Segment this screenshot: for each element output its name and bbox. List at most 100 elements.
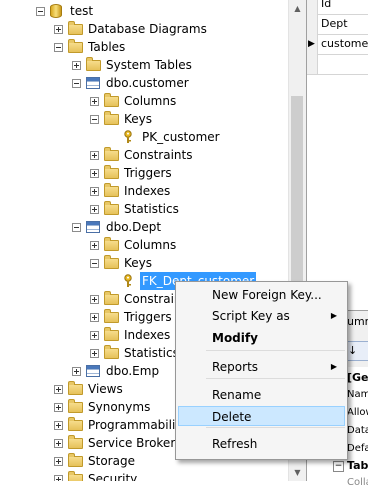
- tree-node-label[interactable]: Tables: [86, 38, 127, 56]
- tree-node-label[interactable]: Service Broker: [86, 434, 177, 452]
- collapse-icon[interactable]: [72, 79, 81, 88]
- tree-node-label[interactable]: Keys: [122, 254, 154, 272]
- grid-row-id[interactable]: Id: [307, 0, 368, 15]
- tree-node[interactable]: Database Diagrams: [0, 20, 288, 38]
- menu-separator: [206, 378, 345, 379]
- expand-icon[interactable]: [72, 61, 81, 70]
- expand-icon[interactable]: [54, 385, 63, 394]
- tree-node-label[interactable]: Security: [86, 470, 139, 481]
- tree-node-label[interactable]: Indexes: [122, 326, 172, 344]
- expand-icon[interactable]: [90, 331, 99, 340]
- row-header[interactable]: [307, 14, 318, 34]
- folder-icon: [68, 39, 83, 53]
- tree-node-label[interactable]: Programmability: [86, 416, 189, 434]
- tree-node-label[interactable]: Keys: [122, 110, 154, 128]
- expand-icon[interactable]: [54, 475, 63, 481]
- tree-node[interactable]: PK_customer: [0, 128, 288, 146]
- expand-icon[interactable]: [90, 187, 99, 196]
- expand-icon[interactable]: [90, 97, 99, 106]
- expand-icon[interactable]: [90, 151, 99, 160]
- row-header[interactable]: [307, 54, 318, 74]
- tree-node-label[interactable]: Triggers: [122, 308, 174, 326]
- folder-icon: [68, 381, 83, 395]
- expand-icon[interactable]: [54, 457, 63, 466]
- table-icon: [86, 77, 100, 89]
- expand-icon[interactable]: [90, 295, 99, 304]
- expand-icon[interactable]: [90, 313, 99, 322]
- tree-node-label[interactable]: Columns: [122, 236, 178, 254]
- folder-icon: [104, 93, 119, 107]
- tree-node[interactable]: Keys: [0, 110, 288, 128]
- tree-node-label[interactable]: Views: [86, 380, 125, 398]
- tree-node[interactable]: Statistics: [0, 200, 288, 218]
- tree-node-label[interactable]: PK_customer: [140, 128, 222, 146]
- grid-row-dept[interactable]: Dept: [307, 14, 368, 35]
- tree-node[interactable]: test: [0, 2, 288, 20]
- expand-icon[interactable]: [90, 169, 99, 178]
- tree-node-label[interactable]: System Tables: [104, 56, 194, 74]
- folder-icon: [104, 111, 119, 125]
- folder-icon: [68, 435, 83, 449]
- tree-node[interactable]: Constraints: [0, 146, 288, 164]
- current-row-arrow-icon: ▶: [308, 39, 315, 49]
- tree-node[interactable]: dbo.Dept: [0, 218, 288, 236]
- folder-icon: [104, 255, 119, 269]
- menu-item-modify[interactable]: Modify: [178, 328, 345, 348]
- tree-node-label[interactable]: dbo.customer: [104, 74, 191, 92]
- scroll-up-arrow-icon[interactable]: ▲: [289, 0, 306, 17]
- menu-item-delete[interactable]: Delete: [178, 406, 345, 426]
- tree-node[interactable]: Security: [0, 470, 288, 481]
- tree-node[interactable]: Indexes: [0, 182, 288, 200]
- expand-icon[interactable]: [54, 421, 63, 430]
- tree-node[interactable]: Columns: [0, 92, 288, 110]
- menu-item-rename[interactable]: Rename: [178, 385, 345, 405]
- row-header[interactable]: ▶: [307, 34, 318, 54]
- tree-node[interactable]: System Tables: [0, 56, 288, 74]
- tree-node-label[interactable]: Indexes: [122, 182, 172, 200]
- tree-node-label[interactable]: Columns: [122, 92, 178, 110]
- tree-node-label[interactable]: Statistics: [122, 200, 181, 218]
- sort-alpha-icon[interactable]: ↓: [347, 341, 368, 361]
- folder-icon: [104, 183, 119, 197]
- expand-icon[interactable]: [54, 25, 63, 34]
- menu-item-script-key-as[interactable]: Script Key as ▶: [178, 306, 345, 326]
- collapse-icon[interactable]: [90, 259, 99, 268]
- tree-node-label[interactable]: dbo.Emp: [104, 362, 161, 380]
- expand-icon[interactable]: [90, 205, 99, 214]
- scroll-down-arrow-icon[interactable]: ▼: [289, 464, 306, 481]
- expand-icon[interactable]: [90, 241, 99, 250]
- grid-row-customer[interactable]: ▶ customer: [307, 34, 368, 55]
- collapse-icon[interactable]: [72, 223, 81, 232]
- tree-node[interactable]: Tables: [0, 38, 288, 56]
- tree-node[interactable]: Columns: [0, 236, 288, 254]
- tree-node-label[interactable]: Synonyms: [86, 398, 152, 416]
- tree-node-label[interactable]: Storage: [86, 452, 137, 470]
- tree-node-label[interactable]: Statistics: [122, 344, 181, 362]
- expand-icon[interactable]: [54, 403, 63, 412]
- tree-node-label[interactable]: dbo.Dept: [104, 218, 163, 236]
- row-header[interactable]: [307, 0, 318, 14]
- expand-icon[interactable]: [72, 367, 81, 376]
- collapse-icon[interactable]: [36, 7, 45, 16]
- grid-row-empty[interactable]: [307, 54, 368, 75]
- menu-separator: [206, 350, 345, 351]
- submenu-arrow-icon: ▶: [330, 311, 337, 320]
- menu-item-new-foreign-key[interactable]: New Foreign Key...: [178, 285, 345, 305]
- expand-icon[interactable]: [90, 349, 99, 358]
- tree-node-label[interactable]: Triggers: [122, 164, 174, 182]
- tree-node-label[interactable]: Constraints: [122, 146, 194, 164]
- tree-node-label[interactable]: test: [68, 2, 95, 20]
- tree-node[interactable]: dbo.customer: [0, 74, 288, 92]
- collapse-icon[interactable]: [90, 115, 99, 124]
- tree-node[interactable]: Keys: [0, 254, 288, 272]
- key-icon: [122, 274, 134, 288]
- collapse-icon[interactable]: [54, 43, 63, 52]
- tree-node-label[interactable]: Database Diagrams: [86, 20, 209, 38]
- folder-icon: [68, 399, 83, 413]
- expand-icon[interactable]: [54, 439, 63, 448]
- menu-item-reports[interactable]: Reports ▶: [178, 357, 345, 377]
- menu-item-refresh[interactable]: Refresh: [178, 434, 345, 454]
- folder-icon: [86, 57, 101, 71]
- tree-node[interactable]: Triggers: [0, 164, 288, 182]
- collapse-section-icon[interactable]: −: [333, 461, 344, 472]
